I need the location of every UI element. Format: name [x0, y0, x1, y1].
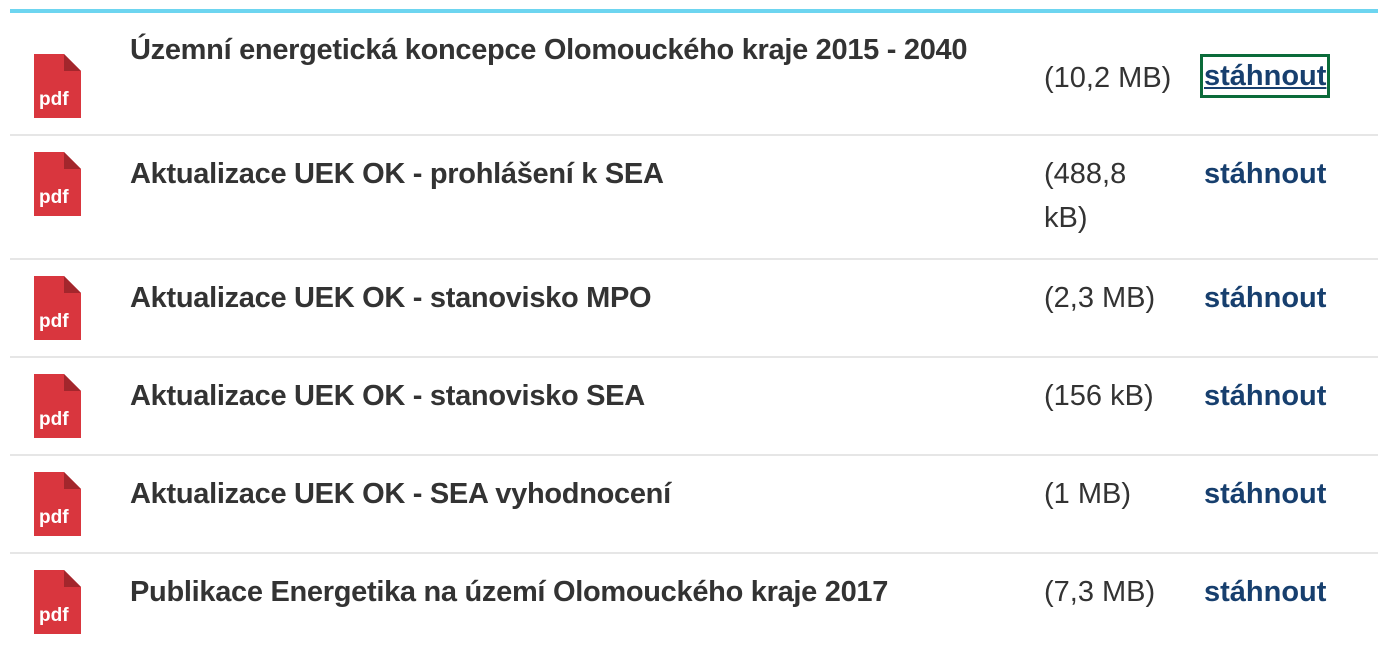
download-link[interactable]: stáhnout [1204, 280, 1326, 316]
pdf-icon: pdf [34, 472, 81, 536]
file-title: Aktualizace UEK OK - stanovisko SEA [130, 380, 645, 412]
file-row: pdf Aktualizace UEK OK - prohlášení k SE… [10, 136, 1378, 260]
svg-text:pdf: pdf [39, 409, 69, 430]
file-size: (2,3 MB) [1044, 282, 1156, 314]
file-title: Publikace Energetika na území Olomouckéh… [130, 576, 889, 608]
file-row: pdf Aktualizace UEK OK - stanovisko SEA … [10, 358, 1378, 456]
file-size: (7,3 MB) [1044, 576, 1156, 608]
file-list-page: pdf Územní energetická koncepce Olomouck… [0, 0, 1378, 646]
svg-text:pdf: pdf [39, 605, 69, 626]
pdf-icon: pdf [34, 374, 81, 438]
file-size: (156 kB) [1044, 380, 1154, 412]
pdf-icon: pdf [34, 276, 81, 340]
download-link[interactable]: stáhnout [1199, 54, 1331, 98]
svg-text:pdf: pdf [39, 311, 69, 332]
svg-text:pdf: pdf [39, 187, 69, 208]
download-link[interactable]: stáhnout [1204, 574, 1326, 610]
file-title: Aktualizace UEK OK - prohlášení k SEA [130, 158, 664, 190]
file-row: pdf Územní energetická koncepce Olomouck… [10, 14, 1378, 136]
file-row: pdf Aktualizace UEK OK - SEA vyhodnocení… [10, 456, 1378, 554]
file-row: pdf Publikace Energetika na území Olomou… [10, 554, 1378, 646]
file-size: (10,2 MB) [1044, 62, 1172, 94]
download-link[interactable]: stáhnout [1204, 156, 1326, 192]
download-link[interactable]: stáhnout [1204, 476, 1326, 512]
file-size: (488,8 kB) [1044, 158, 1127, 234]
file-title: Aktualizace UEK OK - stanovisko MPO [130, 282, 652, 314]
download-link[interactable]: stáhnout [1204, 378, 1326, 414]
pdf-icon: pdf [34, 152, 81, 216]
file-title: Aktualizace UEK OK - SEA vyhodnocení [130, 478, 671, 510]
svg-text:pdf: pdf [39, 507, 69, 528]
file-title: Územní energetická koncepce Olomouckého … [130, 34, 968, 66]
pdf-icon: pdf [34, 54, 81, 118]
pdf-icon: pdf [34, 570, 81, 634]
file-row: pdf Aktualizace UEK OK - stanovisko MPO … [10, 260, 1378, 358]
svg-text:pdf: pdf [39, 89, 69, 110]
file-size: (1 MB) [1044, 478, 1131, 510]
top-accent-bar [10, 9, 1378, 13]
